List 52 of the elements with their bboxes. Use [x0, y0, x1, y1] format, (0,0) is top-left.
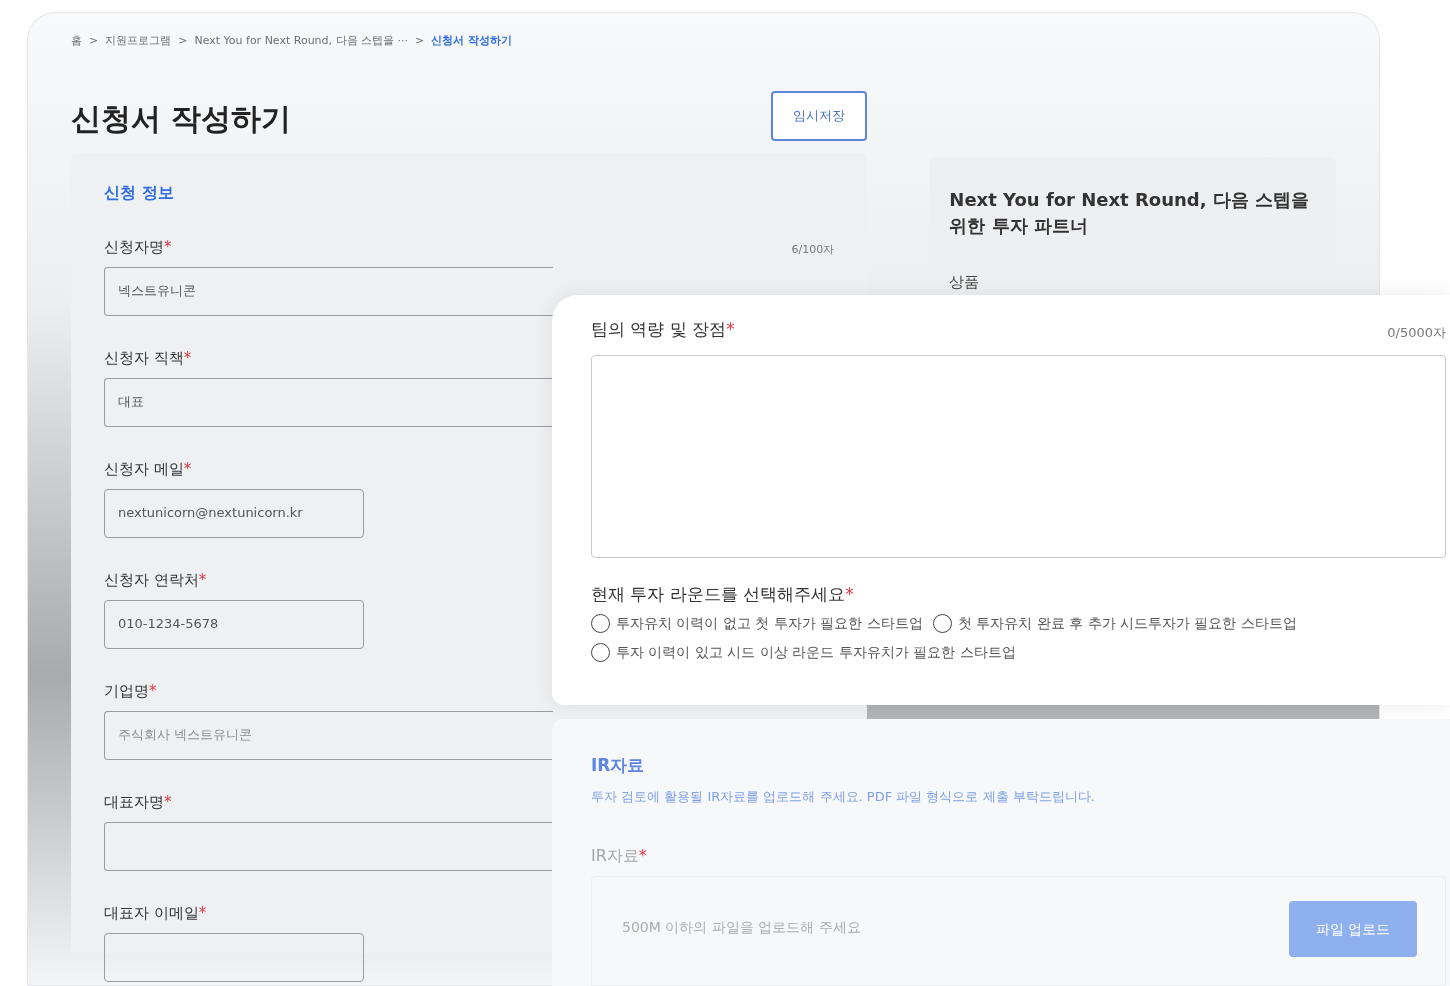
text-field[interactable] — [104, 821, 553, 871]
required-asterisk: * — [149, 682, 157, 700]
required-asterisk: * — [638, 846, 647, 865]
field-value: nextunicorn@nextunicorn.kr — [118, 504, 303, 523]
breadcrumb-separator: > — [415, 33, 425, 49]
field-placeholder: 500M 이하의 파일을 업로드해 주세요 — [622, 918, 861, 937]
breadcrumb-link[interactable]: 홈 — [71, 33, 82, 50]
character-counter: 0/5000자 — [1387, 324, 1446, 342]
breadcrumb-link[interactable]: Next You for Next Round, 다음 스텝을 ··· — [194, 33, 409, 50]
question-label: 현재 투자 라운드를 선택해주세요* — [591, 582, 855, 606]
field-placeholder: 주식회사 넥스트유니콘 — [118, 726, 253, 745]
character-counter: 6/100자 — [791, 242, 835, 258]
required-asterisk: * — [198, 571, 207, 589]
section-title: 신청 정보 — [104, 181, 175, 204]
required-asterisk: * — [726, 319, 735, 339]
field-label: 신청자 메일* — [104, 459, 192, 480]
field-label: 대표자 이메일* — [104, 903, 207, 924]
field-label: IR자료* — [591, 845, 648, 867]
breadcrumb-separator: > — [178, 33, 188, 49]
field-label: 대표자명* — [104, 792, 172, 813]
text-field[interactable]: nextunicorn@nextunicorn.kr — [104, 488, 364, 538]
radio-option[interactable]: 투자 이력이 있고 시드 이상 라운드 투자유치가 필요한 스타트업 — [591, 642, 1016, 663]
required-asterisk: * — [183, 460, 192, 478]
required-asterisk: * — [164, 793, 172, 811]
program-title: Next You for Next Round, 다음 스텝을 위한 투자 파트너 — [949, 187, 1311, 238]
field-value: 대표 — [118, 393, 144, 412]
required-asterisk: * — [164, 238, 172, 256]
field-label: 신청자 직책* — [104, 348, 192, 369]
text-field[interactable]: 010-1234-5678 — [104, 599, 364, 649]
section-title: IR자료 — [591, 754, 646, 777]
field-label: 신청자명* — [104, 237, 172, 258]
breadcrumb-link[interactable]: 지원프로그램 — [105, 33, 172, 50]
text-field[interactable]: 주식회사 넥스트유니콘 — [104, 710, 553, 760]
product-label: 상품 — [949, 271, 981, 293]
required-asterisk: * — [198, 904, 207, 922]
required-asterisk: * — [845, 583, 854, 604]
field-label: 기업명* — [104, 681, 157, 702]
radio-option[interactable]: 투자유치 이력이 없고 첫 투자가 필요한 스타트업 — [591, 613, 923, 634]
field-value: 넥스트유니콘 — [118, 282, 196, 301]
text-field[interactable] — [104, 932, 364, 982]
breadcrumb-separator: > — [89, 33, 99, 49]
field-value: 010-1234-5678 — [118, 615, 219, 634]
field-label: 팀의 역량 및 장점* — [591, 318, 735, 341]
radio-option[interactable]: 첫 투자유치 완료 후 추가 시드투자가 필요한 스타트업 — [932, 613, 1297, 634]
text-field[interactable]: 넥스트유니콘 — [104, 266, 553, 316]
section-description: 투자 검토에 활용될 IR자료를 업로드해 주세요. PDF 파일 형식으로 제출 부탁드립니다. — [591, 787, 1096, 806]
text-field[interactable]: 대표 — [104, 377, 553, 427]
save-draft-button[interactable]: 임시저장 — [771, 90, 868, 141]
field-label: 신청자 연락처* — [104, 570, 207, 591]
page-title: 신청서 작성하기 — [71, 99, 292, 138]
required-asterisk: * — [183, 349, 192, 367]
breadcrumb-link[interactable]: 신청서 작성하기 — [431, 33, 513, 50]
